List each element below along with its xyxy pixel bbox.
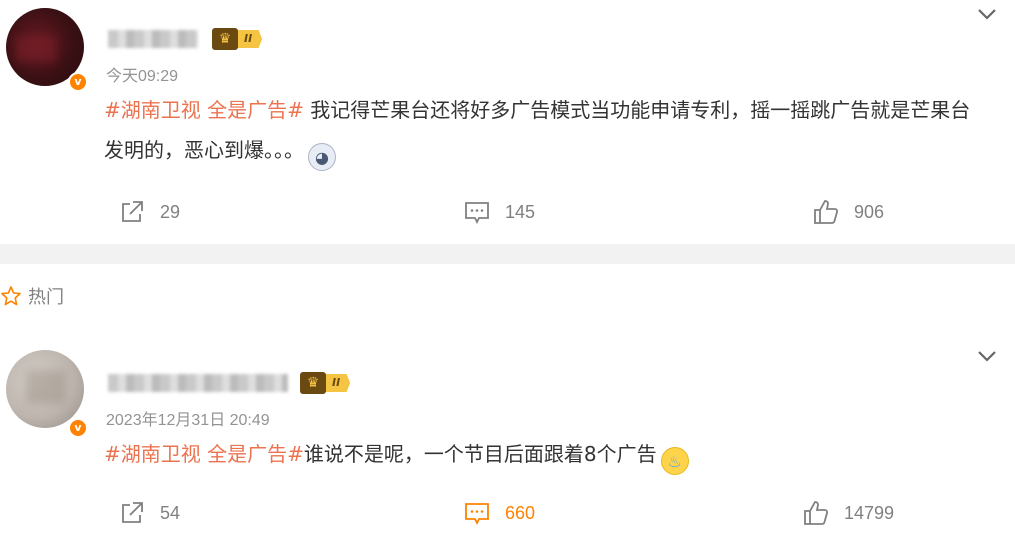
comment-icon <box>465 202 489 225</box>
star-icon <box>1 286 21 306</box>
chevron-down-icon[interactable] <box>975 344 999 368</box>
avatar[interactable] <box>6 350 84 428</box>
forward-button[interactable]: 29 <box>118 197 180 227</box>
vip-level: II <box>326 374 351 392</box>
forward-icon <box>122 502 143 523</box>
action-bar: 29 145 906 <box>0 197 1015 227</box>
action-bar: 54 660 14799 <box>0 498 1015 528</box>
forward-icon <box>122 201 143 222</box>
timestamp: 2023年12月31日 20:49 <box>106 412 270 429</box>
like-button[interactable]: 906 <box>812 197 884 227</box>
comment-card: v ♛ II 今天09:29 #湖南卫视 全是广告# 我记得芒果台还将好多广告模… <box>0 0 1015 244</box>
thumbs-up-icon <box>814 200 839 224</box>
vip-badge[interactable]: ♛ II <box>300 372 351 394</box>
verified-badge: v <box>68 72 88 92</box>
comment-button[interactable]: 660 <box>463 498 535 528</box>
like-count: 14799 <box>844 502 895 523</box>
topic-link[interactable]: #湖南卫视 全是广告# <box>104 442 304 466</box>
crying-face-emoji: ♨ <box>660 447 689 475</box>
crown-icon: ♛ <box>212 28 238 50</box>
like-count: 906 <box>854 201 885 222</box>
chevron-down-icon[interactable] <box>975 2 999 26</box>
hot-section-header: 热门 <box>0 282 64 310</box>
hot-label: 热门 <box>28 287 64 308</box>
forward-button[interactable]: 54 <box>118 498 180 528</box>
comment-text: #湖南卫视 全是广告# 我记得芒果台还将好多广告模式当功能申请专利，摇一摇跳广告… <box>104 90 984 171</box>
topic-link[interactable]: #湖南卫视 全是广告# <box>104 98 304 122</box>
username-blurred[interactable] <box>108 374 288 392</box>
comment-button[interactable]: 145 <box>463 197 535 227</box>
shocked-face-emoji: ◕ <box>308 143 336 171</box>
comment-text: #湖南卫视 全是广告#谁说不是呢，一个节目后面跟着8个广告 ♨ <box>104 434 984 475</box>
comment-card: v ♛ II 2023年12月31日 20:49 #湖南卫视 全是广告#谁说不是… <box>0 340 1015 534</box>
timestamp: 今天09:29 <box>106 68 179 85</box>
section-divider <box>0 244 1015 264</box>
verified-badge: v <box>68 418 88 438</box>
username-blurred[interactable] <box>108 30 198 48</box>
vip-badge[interactable]: ♛ II <box>212 28 263 50</box>
comment-count: 145 <box>505 201 536 222</box>
comment-icon <box>465 503 489 526</box>
comment-count: 660 <box>505 502 536 523</box>
forward-count: 54 <box>160 502 181 523</box>
thumbs-up-icon <box>804 501 829 525</box>
vip-level: II <box>238 30 263 48</box>
comment-body: 谁说不是呢，一个节目后面跟着8个广告 <box>303 442 657 466</box>
like-button[interactable]: 14799 <box>802 498 894 528</box>
forward-count: 29 <box>160 201 181 222</box>
crown-icon: ♛ <box>300 372 326 394</box>
